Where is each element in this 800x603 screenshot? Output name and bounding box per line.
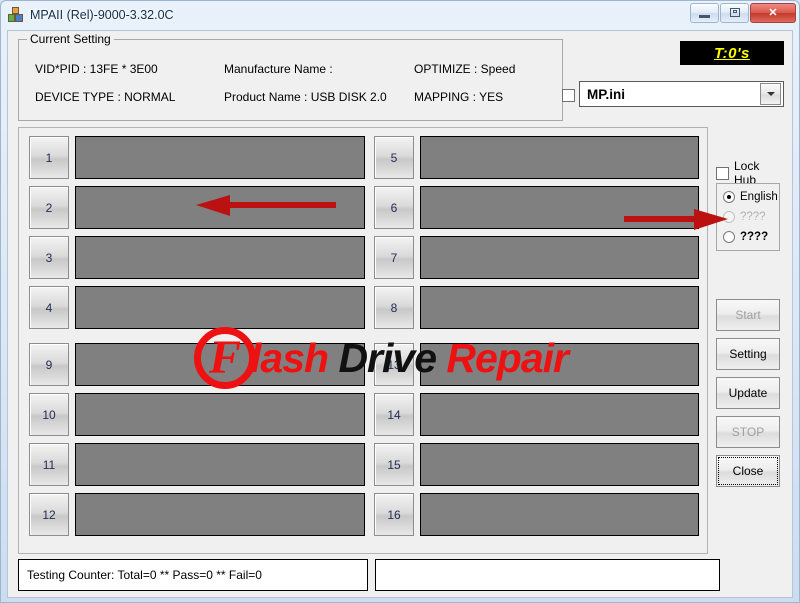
slot-button[interactable]: 1 (29, 136, 69, 179)
slot-status (420, 343, 699, 386)
slot-status (420, 186, 699, 229)
slot-row[interactable]: 16 (374, 493, 699, 536)
slot-button[interactable]: 13 (374, 343, 414, 386)
radio-label: ???? (740, 231, 768, 243)
radio-dot-icon (723, 191, 735, 203)
secondary-status (375, 559, 720, 591)
client-area: Current Setting VID*PID : 13FE * 3E00 DE… (7, 30, 793, 598)
slot-button[interactable]: 10 (29, 393, 69, 436)
restore-icon (730, 8, 740, 17)
slot-button[interactable]: 6 (374, 186, 414, 229)
slot-row[interactable]: 5 (374, 136, 699, 179)
radio-option-lang2: ???? (723, 211, 766, 223)
status-bar: Testing Counter: Total=0 ** Pass=0 ** Fa… (18, 559, 784, 591)
side-control-panel: Lock Hub English ???? ???? Start Setting… (712, 127, 784, 554)
current-setting-group: Current Setting VID*PID : 13FE * 3E00 DE… (18, 39, 563, 121)
slot-row[interactable]: 14 (374, 393, 699, 436)
stop-button[interactable]: STOP (716, 416, 780, 448)
application-window: MPAII (Rel)-9000-3.32.0C ✕ Current Setti… (0, 0, 800, 603)
lock-hub-checkbox[interactable] (716, 167, 729, 180)
slot-row[interactable]: 8 (374, 286, 699, 329)
slot-button[interactable]: 8 (374, 286, 414, 329)
slot-button[interactable]: 3 (29, 236, 69, 279)
update-button[interactable]: Update (716, 377, 780, 409)
radio-option-english[interactable]: English (723, 191, 778, 203)
slot-status (75, 443, 365, 486)
slot-button[interactable]: 9 (29, 343, 69, 386)
slot-row[interactable]: 10 (29, 393, 365, 436)
slot-status (420, 136, 699, 179)
language-radio-group: English ???? ???? (716, 183, 780, 251)
manufacture-name-value: Manufacture Name : (224, 62, 333, 76)
slot-button[interactable]: 7 (374, 236, 414, 279)
close-button[interactable]: ✕ (750, 3, 796, 23)
window-title: MPAII (Rel)-9000-3.32.0C (30, 8, 174, 22)
slot-status (420, 236, 699, 279)
product-name-value: Product Name : USB DISK 2.0 (224, 90, 387, 104)
slot-status (75, 136, 365, 179)
slot-button[interactable]: 2 (29, 186, 69, 229)
slot-row[interactable]: 6 (374, 186, 699, 229)
drive-slot-panel: 1 2 3 4 9 10 11 12 5 6 7 8 13 14 15 16 (18, 127, 708, 554)
start-button[interactable]: Start (716, 299, 780, 331)
mapping-value: MAPPING : YES (414, 90, 503, 104)
ini-enable-checkbox[interactable] (562, 89, 575, 102)
optimize-value: OPTIMIZE : Speed (414, 62, 515, 76)
device-type-value: DEVICE TYPE : NORMAL (35, 90, 175, 104)
slot-status (75, 286, 365, 329)
testing-counter-status: Testing Counter: Total=0 ** Pass=0 ** Fa… (18, 559, 368, 591)
slot-button[interactable]: 15 (374, 443, 414, 486)
slot-status (75, 493, 365, 536)
slot-button[interactable]: 16 (374, 493, 414, 536)
radio-label: English (740, 191, 778, 203)
ini-file-combobox[interactable]: MP.ini (579, 81, 784, 107)
slot-button[interactable]: 11 (29, 443, 69, 486)
maximize-restore-button[interactable] (720, 3, 749, 23)
slot-row[interactable]: 15 (374, 443, 699, 486)
minimize-icon (699, 15, 710, 18)
slot-status (420, 443, 699, 486)
slot-button[interactable]: 12 (29, 493, 69, 536)
slot-status (75, 236, 365, 279)
slot-status (75, 186, 365, 229)
radio-option-lang3[interactable]: ???? (723, 231, 768, 243)
app-blocks-icon (8, 7, 24, 23)
slot-status (420, 493, 699, 536)
slot-row[interactable]: 13 (374, 343, 699, 386)
radio-label: ???? (740, 211, 766, 223)
ini-file-value: MP.ini (580, 87, 760, 102)
chevron-down-icon[interactable] (760, 83, 781, 105)
slot-row[interactable]: 3 (29, 236, 365, 279)
slot-row[interactable]: 12 (29, 493, 365, 536)
slot-status (75, 343, 365, 386)
slot-button[interactable]: 14 (374, 393, 414, 436)
slot-button[interactable]: 5 (374, 136, 414, 179)
slot-row[interactable]: 7 (374, 236, 699, 279)
timer-badge: T:0's (680, 41, 784, 65)
slot-status (75, 393, 365, 436)
slot-button[interactable]: 4 (29, 286, 69, 329)
minimize-button[interactable] (690, 3, 719, 23)
window-controls: ✕ (689, 2, 796, 23)
slot-row[interactable]: 4 (29, 286, 365, 329)
slot-row[interactable]: 2 (29, 186, 365, 229)
timer-badge-value: T:0's (714, 45, 750, 62)
radio-dot-icon (723, 211, 735, 223)
slot-row[interactable]: 11 (29, 443, 365, 486)
close-dialog-button[interactable]: Close (716, 455, 780, 487)
slot-row[interactable]: 1 (29, 136, 365, 179)
vid-pid-value: VID*PID : 13FE * 3E00 (35, 62, 158, 76)
current-setting-legend: Current Setting (27, 32, 114, 46)
slot-row[interactable]: 9 (29, 343, 365, 386)
title-bar: MPAII (Rel)-9000-3.32.0C ✕ (1, 1, 799, 29)
close-icon: ✕ (768, 6, 777, 19)
slot-status (420, 393, 699, 436)
radio-dot-icon (723, 231, 735, 243)
slot-status (420, 286, 699, 329)
setting-button[interactable]: Setting (716, 338, 780, 370)
